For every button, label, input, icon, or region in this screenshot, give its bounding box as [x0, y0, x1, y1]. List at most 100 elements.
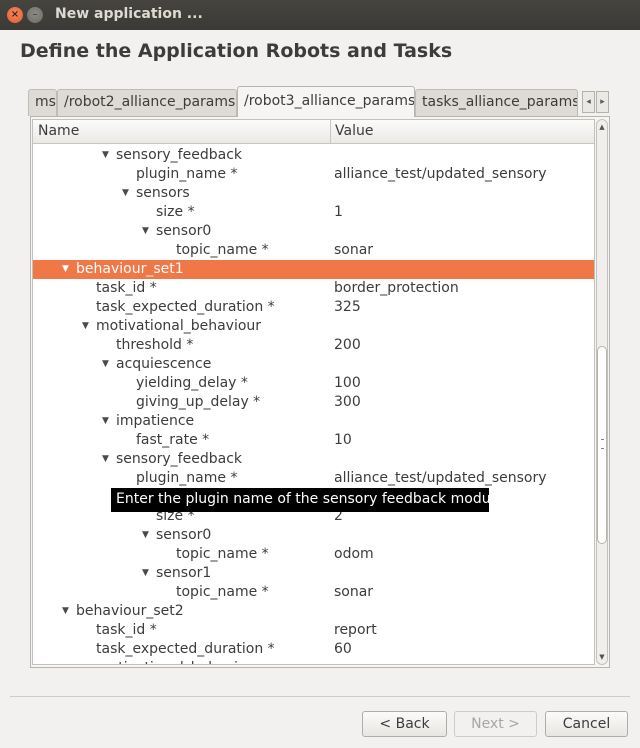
row-name: topic_name * — [176, 584, 269, 600]
row-name: yielding_delay * — [136, 375, 248, 391]
tab-scroll-right-icon[interactable]: ▸ — [596, 91, 609, 113]
minimize-window-button[interactable]: – — [27, 7, 43, 23]
row-value[interactable]: border_protection — [334, 279, 459, 298]
tree-row[interactable]: ▼ behaviour_set2 — [33, 602, 594, 621]
row-name: sensory_feedback — [116, 147, 242, 163]
row-name: impatience — [116, 413, 195, 429]
tree-row[interactable]: ▼ sensors — [33, 184, 594, 203]
tree-row[interactable]: plugin_name * alliance_test/updated_sens… — [33, 165, 594, 184]
scrollbar-grip-icon — [601, 439, 603, 449]
row-name: plugin_name * — [136, 166, 238, 182]
tree-row[interactable]: topic_name * sonar — [33, 583, 594, 602]
row-value[interactable]: sonar — [334, 583, 373, 602]
row-name: acquiescence — [116, 356, 212, 372]
tab-robot3-params[interactable]: /robot3_alliance_params — [237, 86, 415, 117]
tree-row[interactable]: plugin_name * alliance_test/updated_sens… — [33, 469, 594, 488]
tree-row[interactable]: ▼ sensor0 — [33, 526, 594, 545]
tab-scroll-left-icon[interactable]: ◂ — [582, 91, 595, 113]
tab-robot2-params[interactable]: /robot2_alliance_params — [57, 89, 237, 116]
tree-row[interactable]: task_id * border_protection — [33, 279, 594, 298]
expand-arrow-icon[interactable]: ▼ — [122, 184, 129, 203]
expand-arrow-icon[interactable]: ▼ — [102, 146, 109, 165]
row-value[interactable]: 10 — [334, 431, 352, 450]
scroll-up-icon[interactable]: ▲ — [596, 121, 608, 133]
expand-arrow-icon[interactable]: ▼ — [82, 317, 89, 336]
row-name: task_id * — [96, 622, 157, 638]
tree-row[interactable]: ▼ acquiescence — [33, 355, 594, 374]
row-value[interactable]: sonar — [334, 241, 373, 260]
row-value[interactable]: 1 — [334, 203, 343, 222]
column-header-name[interactable]: Name — [38, 123, 79, 139]
row-name: sensor1 — [156, 565, 212, 581]
row-name: sensor0 — [156, 223, 212, 239]
tree-row[interactable]: fast_rate * 10 — [33, 431, 594, 450]
row-value[interactable]: alliance_test/updated_sensory — [334, 165, 547, 184]
column-divider[interactable] — [330, 120, 331, 144]
row-value[interactable]: odom — [334, 545, 374, 564]
tree-row[interactable]: ▼ motivational_behaviour — [33, 317, 594, 336]
tree-row[interactable]: topic_name * sonar — [33, 241, 594, 260]
row-name: task_expected_duration * — [96, 299, 275, 315]
tree-row[interactable]: ▼ sensor1 — [33, 564, 594, 583]
scrollbar-thumb[interactable] — [597, 346, 607, 544]
tab-tasks-params[interactable]: tasks_alliance_params — [415, 89, 578, 116]
column-header-value[interactable]: Value — [335, 123, 373, 139]
row-name: fast_rate * — [136, 432, 210, 448]
row-name: sensor0 — [156, 527, 212, 543]
row-name: behaviour_set1 — [76, 261, 184, 277]
tree-row[interactable]: topic_name * odom — [33, 545, 594, 564]
tree-row[interactable]: threshold * 200 — [33, 336, 594, 355]
back-button[interactable]: < Back — [362, 711, 447, 737]
expand-arrow-icon[interactable]: ▼ — [142, 222, 149, 241]
row-value[interactable]: report — [334, 621, 377, 640]
tree-row[interactable]: size * 1 — [33, 203, 594, 222]
expand-arrow-icon[interactable]: ▼ — [102, 355, 109, 374]
row-value[interactable]: 200 — [334, 336, 361, 355]
expand-arrow-icon[interactable]: ▼ — [62, 260, 69, 279]
tree-row[interactable]: task_expected_duration * 325 — [33, 298, 594, 317]
tree-row[interactable]: yielding_delay * 100 — [33, 374, 594, 393]
cancel-button[interactable]: Cancel — [545, 711, 628, 737]
expand-arrow-icon[interactable]: ▼ — [102, 412, 109, 431]
close-window-button[interactable]: × — [7, 7, 23, 23]
row-name: sensors — [136, 185, 190, 201]
tree-row[interactable]: ▼ sensory_feedback — [33, 450, 594, 469]
tree-row[interactable]: giving_up_delay * 300 — [33, 393, 594, 412]
expand-arrow-icon[interactable]: ▼ — [142, 564, 149, 583]
tree-row[interactable]: ▼ motivational_behaviour — [33, 659, 594, 664]
row-value[interactable]: alliance_test/updated_sensory — [334, 469, 547, 488]
scroll-down-icon[interactable]: ▼ — [596, 651, 608, 663]
tree-row[interactable]: task_expected_duration * 60 — [33, 640, 594, 659]
tree-row[interactable]: task_id * report — [33, 621, 594, 640]
row-name: sensory_feedback — [116, 451, 242, 467]
row-name: task_expected_duration * — [96, 641, 275, 657]
params-tree[interactable]: Name Value ▼ sensory_feedback plugin_nam… — [32, 119, 595, 665]
tree-row[interactable]: ▼ sensory_feedback — [33, 146, 594, 165]
tree-row-selected[interactable]: ▼ behaviour_set1 — [33, 260, 594, 279]
row-name: motivational_behaviour — [96, 659, 261, 664]
tree-row[interactable]: ▼ sensor0 — [33, 222, 594, 241]
expand-arrow-icon[interactable]: ▼ — [102, 450, 109, 469]
row-name: motivational_behaviour — [96, 318, 262, 334]
expand-arrow-icon[interactable]: ▼ — [82, 659, 89, 664]
window-titlebar: × – New application ... — [0, 0, 640, 30]
footer-divider — [10, 696, 630, 697]
row-value[interactable]: 300 — [334, 393, 361, 412]
tree-row[interactable]: ▼ impatience — [33, 412, 594, 431]
row-value[interactable]: 325 — [334, 298, 361, 317]
row-value[interactable]: 100 — [334, 374, 361, 393]
row-name: size * — [156, 204, 195, 220]
window-title: New application ... — [55, 6, 203, 22]
row-name: topic_name * — [176, 242, 269, 258]
vertical-scrollbar[interactable]: ▲ ▼ — [596, 119, 608, 665]
expand-arrow-icon[interactable]: ▼ — [142, 526, 149, 545]
tab-robot1-params[interactable]: ms — [28, 89, 57, 116]
row-value[interactable]: 60 — [334, 640, 352, 659]
tab-panel: Name Value ▼ sensory_feedback plugin_nam… — [30, 116, 610, 668]
next-button[interactable]: Next > — [454, 711, 537, 737]
row-name: task_id * — [96, 280, 157, 296]
page-title: Define the Application Robots and Tasks — [20, 40, 453, 62]
row-name: giving_up_delay * — [136, 394, 261, 410]
expand-arrow-icon[interactable]: ▼ — [62, 602, 69, 621]
tooltip: Enter the plugin name of the sensory fee… — [111, 488, 508, 512]
